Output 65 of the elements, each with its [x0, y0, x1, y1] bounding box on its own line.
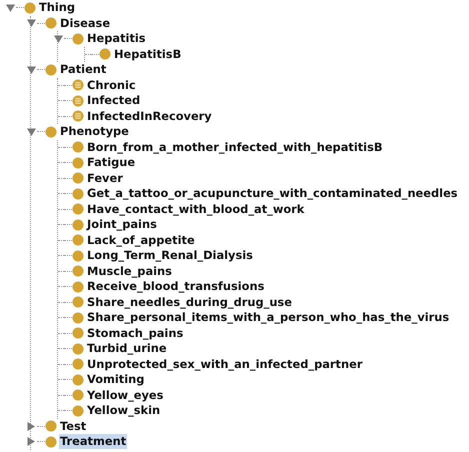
class-tree-item[interactable]: Treatment: [59, 434, 128, 450]
class-icon: [72, 234, 84, 246]
class-icon: [45, 420, 57, 432]
class-icon: [72, 156, 84, 169]
class-tree-item[interactable]: Have_contact_with_blood_at_work: [86, 202, 306, 217]
class-tree-item[interactable]: Joint_pains: [86, 217, 158, 232]
collapse-arrow-icon[interactable]: [54, 34, 62, 43]
class-icon: [72, 404, 84, 417]
collapse-arrow-icon[interactable]: [6, 4, 14, 12]
class-tree-item[interactable]: Fever: [86, 170, 124, 186]
class-tree-item[interactable]: InfectedInRecovery: [86, 108, 213, 124]
class-icon: [72, 327, 84, 340]
class-tree-item[interactable]: Phenotype: [59, 124, 130, 140]
class-icon: [72, 389, 84, 402]
class-icon: [72, 280, 84, 293]
class-tree-item[interactable]: Infected: [86, 93, 142, 108]
collapse-arrow-icon[interactable]: [26, 19, 36, 28]
class-icon: [72, 374, 84, 386]
class-tree-item[interactable]: Chronic: [86, 78, 137, 93]
defined-class-icon: [72, 110, 84, 122]
class-tree-item[interactable]: Share_needles_during_drug_use: [86, 294, 293, 310]
class-icon: [72, 342, 84, 355]
class-icon: [72, 218, 84, 231]
class-icon: [72, 188, 84, 200]
class-tree-item[interactable]: Yellow_skin: [86, 403, 162, 418]
class-tree-item[interactable]: Born_from_a_mother_infected_with_hepatitisB: [86, 140, 384, 155]
class-tree-item[interactable]: Long_Term_Renal_Dialysis: [86, 248, 254, 264]
class-tree-item[interactable]: Test: [59, 418, 88, 434]
expand-arrow-icon[interactable]: [27, 437, 35, 446]
class-tree-item[interactable]: Get_a_tattoo_or_acupuncture_with_contaminated_needles: [86, 186, 459, 202]
class-tree-item[interactable]: Hepatitis: [86, 31, 147, 46]
class-icon: [99, 48, 111, 60]
class-tree-item[interactable]: Muscle_pains: [86, 264, 173, 279]
class-tree-item[interactable]: Stomach_pains: [86, 326, 184, 341]
class-tree-item[interactable]: Fatigue: [86, 155, 136, 170]
class-tree-item[interactable]: HepatitisB: [113, 46, 182, 62]
defined-class-icon: [72, 94, 84, 107]
class-tree-item[interactable]: Disease: [59, 16, 112, 31]
class-icon: [72, 141, 84, 154]
class-icon: [72, 32, 84, 45]
class-tree-item[interactable]: Lack_of_appetite: [86, 232, 196, 248]
class-tree-item[interactable]: Unprotected_sex_with_an_infected_partner: [86, 356, 364, 372]
collapse-arrow-icon[interactable]: [26, 66, 36, 74]
class-icon: [72, 172, 84, 184]
class-tree-item[interactable]: Receive_blood_transfusions: [86, 279, 266, 294]
class-icon: [24, 2, 36, 14]
class-icon: [72, 296, 84, 308]
class-tree-item[interactable]: Yellow_eyes: [86, 388, 164, 403]
class-icon: [45, 436, 57, 448]
class-tree-item[interactable]: Vomiting: [86, 372, 146, 388]
class-tree-item[interactable]: Turbid_urine: [86, 341, 168, 356]
class-icon: [45, 64, 57, 76]
class-icon: [72, 312, 84, 324]
class-icon: [72, 203, 84, 216]
defined-class-icon: [72, 79, 84, 92]
class-tree-item[interactable]: Patient: [59, 62, 108, 78]
expand-arrow-icon[interactable]: [27, 422, 35, 431]
class-tree-item[interactable]: Share_personal_items_with_a_person_who_has_the_virus: [86, 310, 450, 326]
class-icon: [72, 250, 84, 262]
collapse-arrow-icon[interactable]: [26, 128, 36, 136]
class-tree-item[interactable]: Thing: [38, 0, 76, 16]
class-icon: [72, 265, 84, 278]
class-icon: [45, 17, 57, 30]
class-icon: [45, 126, 57, 138]
class-icon: [72, 358, 84, 370]
